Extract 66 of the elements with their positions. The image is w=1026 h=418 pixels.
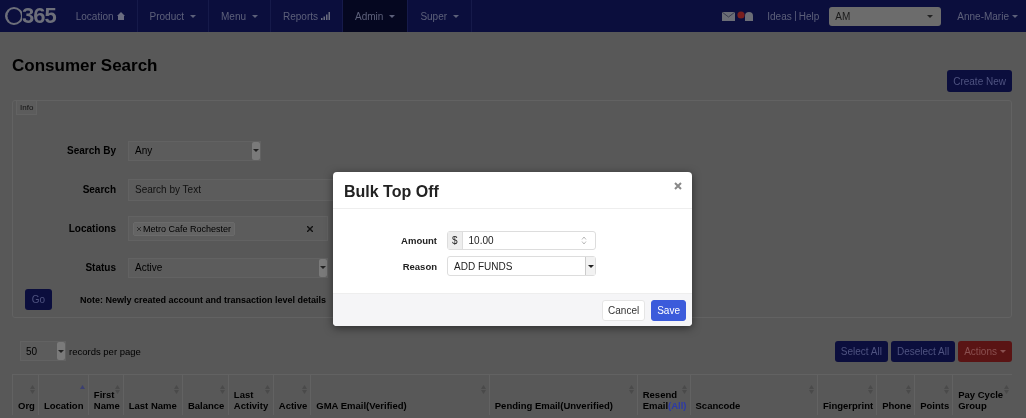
nav-menu-item[interactable]: Product xyxy=(137,0,209,32)
nav-menu-item[interactable]: Super xyxy=(408,0,473,32)
cancel-button[interactable]: Cancel xyxy=(602,299,646,321)
column-header[interactable]: Last Activity xyxy=(228,374,274,415)
select-field[interactable]: Any xyxy=(128,140,261,161)
field-label: Locations xyxy=(67,223,117,234)
column-header[interactable]: Org xyxy=(12,374,39,415)
nav-link[interactable]: Help xyxy=(798,10,820,22)
caret-icon xyxy=(1012,14,1018,18)
caret-icon xyxy=(453,14,460,18)
user-menu[interactable]: Anne-Marie xyxy=(957,0,1018,32)
clear-icon[interactable] xyxy=(307,225,313,232)
panel-legend: Info xyxy=(16,100,38,115)
caret-icon xyxy=(252,14,258,18)
save-button[interactable]: Save xyxy=(651,299,686,321)
field-label: Reason xyxy=(401,260,438,272)
caret-icon xyxy=(927,14,934,18)
field-label: Status xyxy=(84,262,117,273)
column-header[interactable]: Phone xyxy=(876,374,915,415)
page-size-select[interactable]: 50 xyxy=(20,341,66,361)
caret-icon xyxy=(1000,349,1006,353)
column-header[interactable]: Last Name xyxy=(123,374,183,415)
nav-menu-item[interactable]: Menu xyxy=(209,0,271,32)
nav-menu-item[interactable]: Location xyxy=(63,0,138,32)
caret-icon xyxy=(389,14,396,18)
field-label: Search By xyxy=(66,145,117,156)
location-tag[interactable]: Metro Cafe Rochester xyxy=(133,221,236,236)
field-label: Search xyxy=(81,184,117,195)
logo-text: 365 xyxy=(22,3,56,29)
column-header[interactable]: Resend Email(All) xyxy=(637,374,690,415)
amount-field[interactable]: $ 10.00 xyxy=(447,230,596,250)
select-field[interactable]: Active xyxy=(128,257,328,278)
note-text: Note: Newly created account and transaction level details xyxy=(80,294,327,305)
spinner-icon[interactable] xyxy=(581,235,587,245)
reason-select[interactable]: ADD FUNDS xyxy=(447,256,596,276)
caret-icon xyxy=(190,14,196,18)
column-header[interactable]: Scancode xyxy=(690,374,818,415)
page-title: Consumer Search xyxy=(12,56,158,76)
mail-icon[interactable] xyxy=(722,11,736,21)
column-header[interactable]: First Name xyxy=(88,374,124,415)
create-new-button[interactable]: Create New xyxy=(947,70,1012,92)
column-header[interactable]: Pay Cycle Group xyxy=(952,374,1012,415)
table-action-button[interactable]: Deselect All xyxy=(890,340,956,362)
org-select[interactable]: AM xyxy=(829,6,942,26)
home-icon xyxy=(116,12,125,20)
ring-logo-icon xyxy=(4,6,22,26)
nav-link[interactable]: Ideas xyxy=(767,10,792,22)
tag-field[interactable]: Metro Cafe Rochester xyxy=(128,216,328,241)
column-header[interactable]: Points xyxy=(914,374,953,415)
remove-icon[interactable] xyxy=(137,226,141,231)
nav-menu-item[interactable]: Admin xyxy=(343,0,409,32)
column-header[interactable]: Fingerprint xyxy=(817,374,877,415)
table-action-button[interactable]: Select All xyxy=(834,340,888,362)
bell-with-badge-icon[interactable] xyxy=(737,10,754,22)
column-header[interactable]: GMA Email(Verified) xyxy=(310,374,490,415)
column-header[interactable]: Location xyxy=(38,374,89,415)
column-header[interactable]: Pending Email(Unverified) xyxy=(489,374,638,415)
signal-icon xyxy=(321,12,331,20)
page-size-label: records per page xyxy=(69,345,141,357)
go-button[interactable]: Go xyxy=(25,289,52,310)
column-header[interactable]: Active xyxy=(273,374,311,415)
close-icon[interactable] xyxy=(674,182,682,190)
field-label: Amount xyxy=(400,234,438,246)
dialog-title: Bulk Top Off xyxy=(344,183,439,201)
column-header[interactable]: Balance xyxy=(182,374,229,415)
table-action-button[interactable]: Actions xyxy=(958,340,1012,362)
